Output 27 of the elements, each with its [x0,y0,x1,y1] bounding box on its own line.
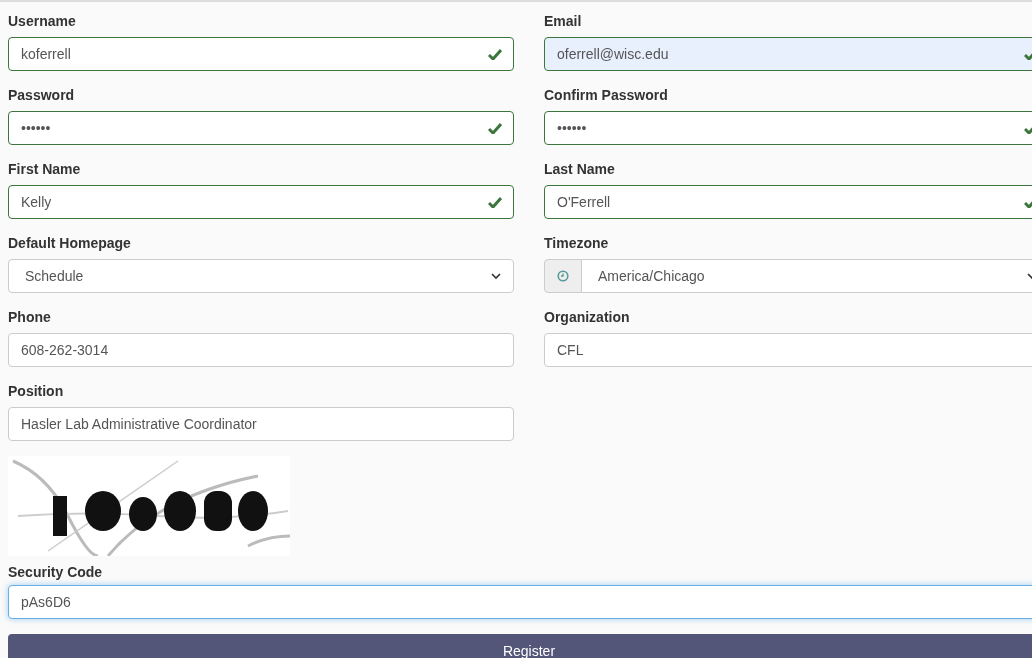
select-field[interactable]: Schedule [8,259,514,293]
field-label: Last Name [544,160,616,179]
register-button[interactable]: Register [8,634,1032,658]
select-field[interactable]: America/Chicago [582,259,1032,293]
input-field[interactable]: 608-262-3014 [8,333,514,367]
field-label: Username [8,12,77,31]
input-field[interactable]: Hasler Lab Administrative Coordinator [8,407,514,441]
input-field[interactable]: pAs6D6 [8,585,1032,619]
field-label: Position [8,382,65,401]
clock-icon [557,270,569,282]
input-field[interactable]: oferrell@wisc.edu [544,37,1032,71]
field-label: Security Code [8,563,104,582]
input-field[interactable]: CFL [544,333,1032,367]
chevron-down-icon [491,272,501,280]
field-label: Default Homepage [8,234,132,253]
field-label: First Name [8,160,82,179]
field-label: Email [544,12,583,31]
input-field[interactable]: koferrell [8,37,514,71]
field-label: Confirm Password [544,86,669,105]
input-field[interactable]: O'Ferrell [544,185,1032,219]
field-label: Timezone [544,234,610,253]
input-field[interactable]: •••••• [544,111,1032,145]
field-label: Organization [544,308,631,327]
field-label: Password [8,86,76,105]
input-field[interactable]: •••••• [8,111,514,145]
field-label: Phone [8,308,52,327]
input-field[interactable]: Kelly [8,185,514,219]
